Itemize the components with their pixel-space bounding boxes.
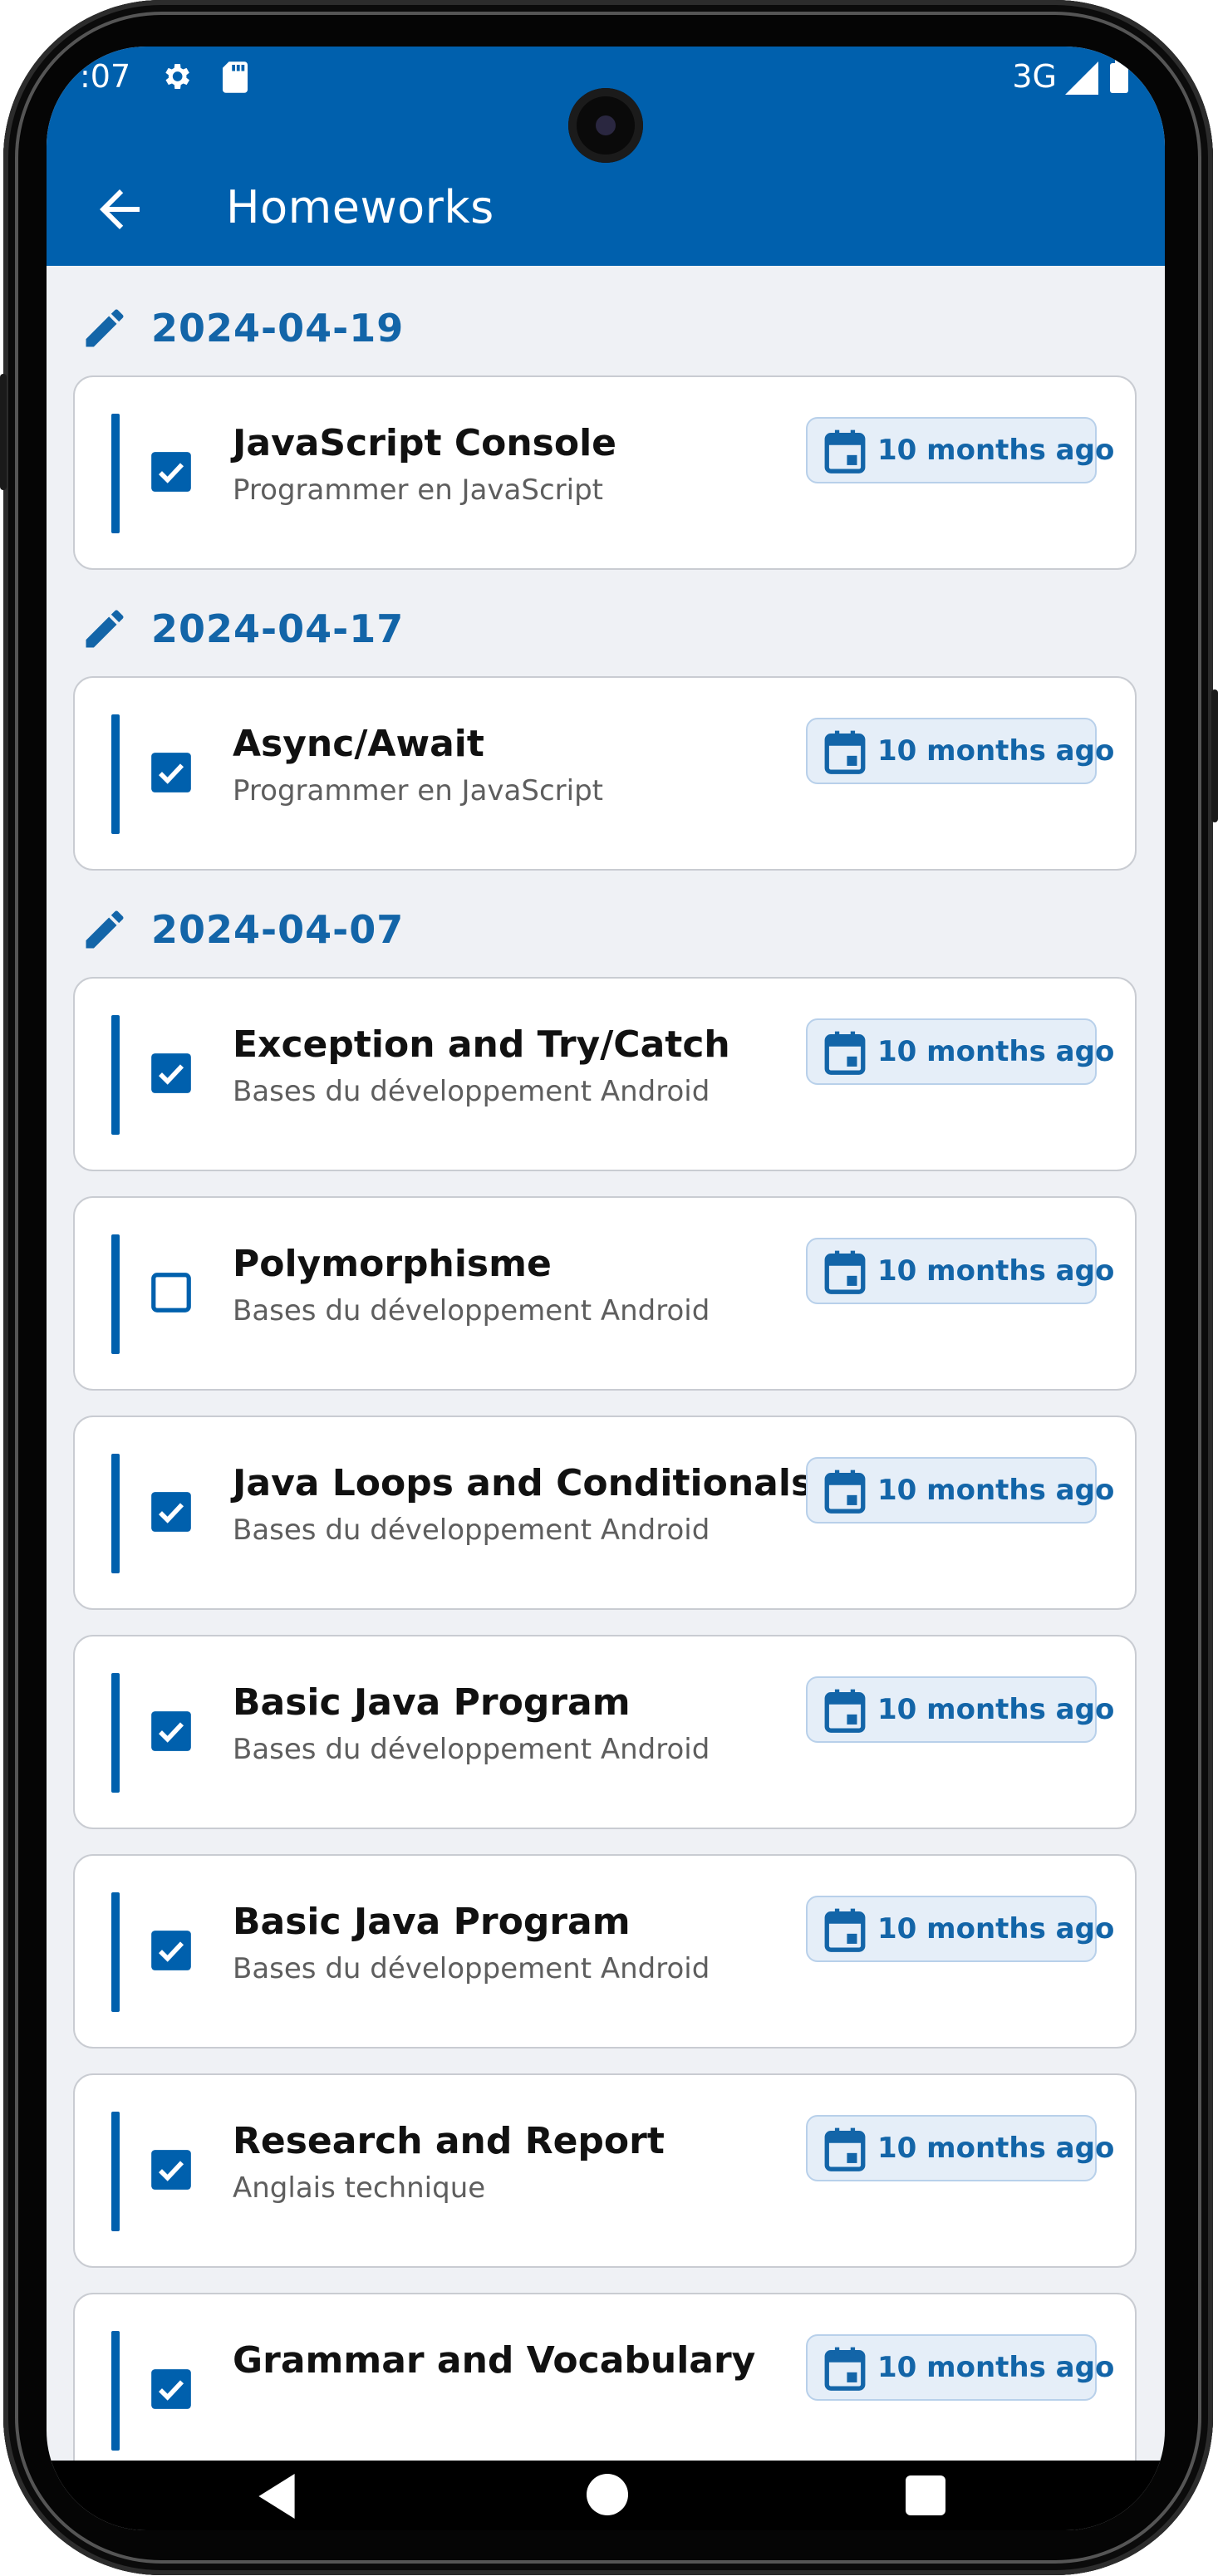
- power-button: [1211, 689, 1218, 822]
- calendar-icon: [824, 2127, 866, 2171]
- homework-title: Basic Java Program: [233, 1901, 631, 1943]
- calendar-icon: [824, 730, 866, 774]
- pencil-icon: [86, 910, 124, 949]
- home-circle-icon[interactable]: [587, 2474, 628, 2515]
- homework-title: JavaScript Console: [233, 422, 617, 464]
- homework-card[interactable]: Basic Java Program Bases du développement…: [73, 1854, 1137, 2049]
- due-relative-time: 10 months ago: [877, 2132, 1115, 2165]
- gear-icon: [165, 64, 189, 89]
- calendar-icon: [824, 429, 866, 473]
- date-group-header: 2024-04-19: [80, 299, 404, 357]
- course-name: Bases du développement Android: [233, 1514, 710, 1547]
- due-relative-time: 10 months ago: [877, 2351, 1115, 2384]
- pencil-icon: [86, 610, 124, 648]
- group-date: 2024-04-19: [151, 306, 405, 351]
- course-name: Programmer en JavaScript: [233, 774, 603, 807]
- course-name: Bases du développement Android: [233, 1733, 710, 1766]
- calendar-icon: [824, 1470, 866, 1514]
- navigation-bar: [47, 2461, 1165, 2530]
- front-camera: [568, 88, 643, 163]
- card-accent-bar: [111, 2112, 120, 2231]
- card-accent-bar: [111, 1234, 120, 1354]
- homework-title: Java Loops and Conditionals: [233, 1462, 813, 1504]
- due-badge: 10 months ago: [806, 1896, 1114, 1962]
- checkbox-checked-icon[interactable]: [150, 2367, 193, 2411]
- card-accent-bar: [111, 714, 120, 834]
- due-badge: 10 months ago: [806, 2115, 1114, 2181]
- group-date: 2024-04-07: [151, 907, 405, 952]
- checkbox-checked-icon[interactable]: [150, 751, 193, 794]
- homework-title: Async/Await: [233, 723, 484, 765]
- status-time: :07: [80, 58, 131, 95]
- due-badge: 10 months ago: [806, 2334, 1114, 2401]
- card-accent-bar: [111, 1454, 120, 1573]
- homework-title: Research and Report: [233, 2120, 665, 2162]
- due-relative-time: 10 months ago: [877, 1912, 1115, 1945]
- due-relative-time: 10 months ago: [877, 1474, 1115, 1507]
- due-relative-time: 10 months ago: [877, 734, 1115, 768]
- page-title: Homeworks: [226, 181, 494, 233]
- date-group-header: 2024-04-07: [80, 900, 404, 959]
- due-badge: 10 months ago: [806, 1238, 1114, 1304]
- calendar-icon: [824, 1031, 866, 1075]
- calendar-icon: [824, 1908, 866, 1952]
- calendar-icon: [824, 1250, 866, 1294]
- course-name: Bases du développement Android: [233, 1952, 710, 1985]
- recents-square-icon[interactable]: [906, 2475, 945, 2515]
- screen: :07 3G Homeworks 2024-04-19 JavaScript Co…: [47, 47, 1165, 2530]
- pencil-icon: [86, 309, 124, 347]
- checkbox-unchecked-icon[interactable]: [150, 1271, 193, 1314]
- due-badge: 10 months ago: [806, 718, 1114, 784]
- checkbox-checked-icon[interactable]: [150, 1052, 193, 1095]
- date-group-header: 2024-04-17: [80, 600, 404, 658]
- checkbox-checked-icon[interactable]: [150, 1710, 193, 1753]
- homework-title: Grammar and Vocabulary: [233, 2339, 756, 2382]
- due-badge: 10 months ago: [806, 1676, 1114, 1743]
- due-relative-time: 10 months ago: [877, 1693, 1115, 1726]
- calendar-icon: [824, 1689, 866, 1733]
- homework-title: Polymorphisme: [233, 1243, 552, 1285]
- back-arrow-icon[interactable]: [90, 179, 150, 239]
- homework-list[interactable]: 2024-04-19 JavaScript Console Programmer e…: [47, 266, 1165, 2461]
- course-name: Anglais technique: [233, 2171, 486, 2205]
- homework-card[interactable]: Research and Report Anglais technique 10 m…: [73, 2073, 1137, 2268]
- card-accent-bar: [111, 2331, 120, 2451]
- due-badge: 10 months ago: [806, 1018, 1114, 1085]
- calendar-icon: [824, 2347, 866, 2391]
- card-accent-bar: [111, 1015, 120, 1135]
- checkbox-checked-icon[interactable]: [150, 2148, 193, 2191]
- due-badge: 10 months ago: [806, 417, 1114, 483]
- homework-card[interactable]: Java Loops and Conditionals Bases du déve…: [73, 1416, 1137, 1610]
- checkbox-checked-icon[interactable]: [150, 450, 193, 493]
- app-bar: :07 3G Homeworks: [47, 47, 1165, 266]
- group-date: 2024-04-17: [151, 606, 405, 651]
- phone-device: :07 3G Homeworks 2024-04-19 JavaScript Co…: [0, 0, 1218, 2576]
- back-triangle-icon[interactable]: [254, 2474, 299, 2519]
- due-relative-time: 10 months ago: [877, 1035, 1115, 1068]
- due-badge: 10 months ago: [806, 1457, 1114, 1524]
- battery-icon: [1110, 60, 1128, 93]
- course-name: Bases du développement Android: [233, 1075, 710, 1108]
- signal-icon: [1065, 61, 1098, 95]
- card-accent-bar: [111, 1673, 120, 1793]
- due-relative-time: 10 months ago: [877, 1254, 1115, 1288]
- homework-title: Exception and Try/Catch: [233, 1023, 730, 1066]
- homework-card[interactable]: JavaScript Console Programmer en JavaScri…: [73, 375, 1137, 570]
- volume-button: [0, 374, 7, 490]
- network-type: 3G: [1012, 58, 1057, 95]
- homework-card[interactable]: Basic Java Program Bases du développement…: [73, 1635, 1137, 1829]
- card-accent-bar: [111, 414, 120, 533]
- card-accent-bar: [111, 1892, 120, 2012]
- checkbox-checked-icon[interactable]: [150, 1490, 193, 1533]
- course-name: Programmer en JavaScript: [233, 473, 603, 507]
- homework-card[interactable]: Exception and Try/Catch Bases du développ…: [73, 977, 1137, 1171]
- due-relative-time: 10 months ago: [877, 434, 1115, 467]
- sd-card-icon: [223, 61, 248, 93]
- course-name: Bases du développement Android: [233, 1294, 710, 1327]
- homework-card[interactable]: Polymorphisme Bases du développement Andr…: [73, 1196, 1137, 1391]
- homework-card[interactable]: Grammar and Vocabulary 10 months ago: [73, 2293, 1137, 2461]
- checkbox-checked-icon[interactable]: [150, 1929, 193, 1972]
- homework-title: Basic Java Program: [233, 1681, 631, 1724]
- homework-card[interactable]: Async/Await Programmer en JavaScript 10 mo…: [73, 676, 1137, 871]
